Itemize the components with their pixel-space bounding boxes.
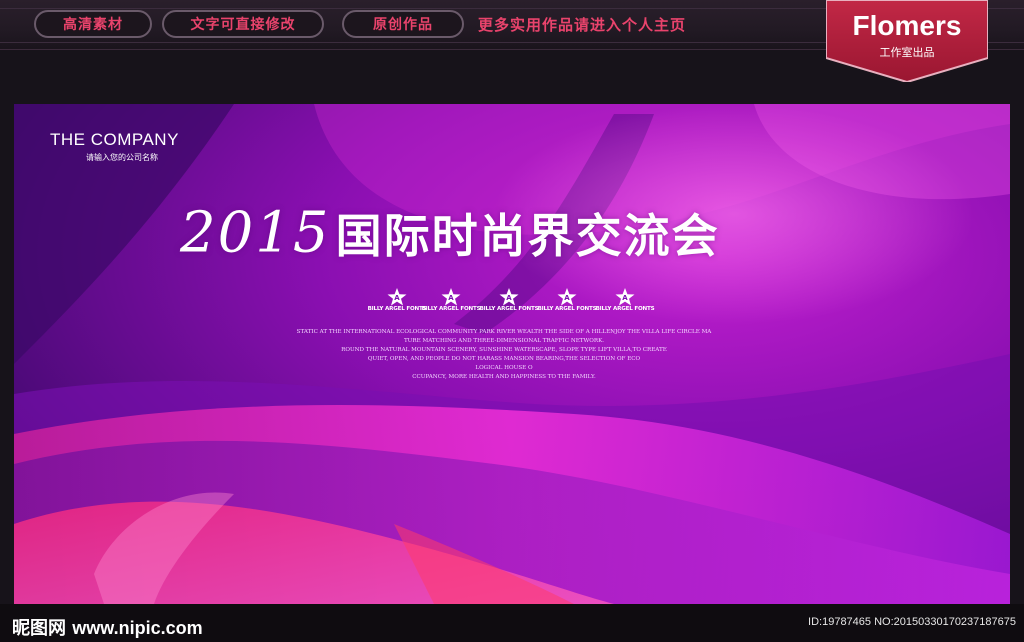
description-line: STATIC AT THE INTERNATIONAL ECOLOGICAL C… xyxy=(296,329,712,335)
event-name: 国际时尚界交流会 xyxy=(335,209,720,263)
star-icon: A xyxy=(499,288,519,306)
svg-text:A: A xyxy=(564,294,570,302)
description-line: TURE MATCHING AND THREE-DIMENSIONAL TRAF… xyxy=(403,338,605,344)
site-watermark[interactable]: 昵图网 www.nipic.com xyxy=(12,614,203,640)
description-line: CCUPANCY, MORE HEALTH AND HAPPINESS TO T… xyxy=(412,374,596,380)
brand-name: Flomers xyxy=(852,10,962,41)
star-icon: A xyxy=(557,288,577,306)
brand-badge[interactable]: Flomers 工作室出品 xyxy=(826,0,988,82)
font-credit-label: BILLY ARGEL FONTS xyxy=(421,306,481,312)
tag-original-work[interactable]: 原创作品 xyxy=(342,10,464,38)
font-credit-label: BILLY ARGEL FONTS xyxy=(479,306,539,312)
svg-text:A: A xyxy=(622,294,628,302)
company-name-placeholder: 请输入您的公司名称 xyxy=(86,153,158,162)
description-line: QUIET, OPEN, AND PEOPLE DO NOT HARASS MA… xyxy=(367,356,641,362)
event-banner: THE COMPANY 请输入您的公司名称 2015 国际时尚界交流会 A BI… xyxy=(14,104,1010,604)
footer: 昵图网 www.nipic.com ID:19787465 NO:2015033… xyxy=(0,604,1024,642)
star-icon: A xyxy=(387,288,407,306)
event-year: 2015 xyxy=(180,200,331,266)
description-line: LOGICAL HOUSE O xyxy=(475,365,533,371)
event-title: 2015 国际时尚界交流会 xyxy=(180,200,880,266)
star-icon: A xyxy=(441,288,461,306)
homepage-promo-link[interactable]: 更多实用作品请进入个人主页 xyxy=(478,14,686,35)
font-credit-badge: A BILLY ARGEL FONTS xyxy=(420,288,482,318)
font-credit-badge: A BILLY ARGEL FONTS xyxy=(536,288,598,318)
star-icon: A xyxy=(615,288,635,306)
font-credit-label: BILLY ARGEL FONTS xyxy=(595,306,655,312)
tag-editable-text[interactable]: 文字可直接修改 xyxy=(162,10,324,38)
font-credit-badge: A BILLY ARGEL FONTS xyxy=(478,288,540,318)
description-line: ROUND THE NATURAL MOUNTAIN SCENERY, SUNS… xyxy=(341,347,667,353)
tag-hd-material[interactable]: 高清素材 xyxy=(34,10,152,38)
svg-text:A: A xyxy=(506,294,512,302)
font-credit-label: BILLY ARGEL FONTS xyxy=(537,306,597,312)
watermark-name: 昵图网 xyxy=(12,618,66,638)
font-credit-badge: A BILLY ARGEL FONTS xyxy=(366,288,428,318)
image-id: ID:19787465 NO:20150330170237187675 xyxy=(808,616,1016,628)
company-name: THE COMPANY xyxy=(50,130,179,149)
font-credit-label: BILLY ARGEL FONTS xyxy=(367,306,427,312)
event-description: STATIC AT THE INTERNATIONAL ECOLOGICAL C… xyxy=(204,328,804,382)
svg-text:A: A xyxy=(394,294,400,302)
watermark-url: www.nipic.com xyxy=(72,618,203,638)
font-credit-badge: A BILLY ARGEL FONTS xyxy=(594,288,656,318)
brand-subtitle: 工作室出品 xyxy=(879,46,935,59)
svg-text:A: A xyxy=(448,294,454,302)
